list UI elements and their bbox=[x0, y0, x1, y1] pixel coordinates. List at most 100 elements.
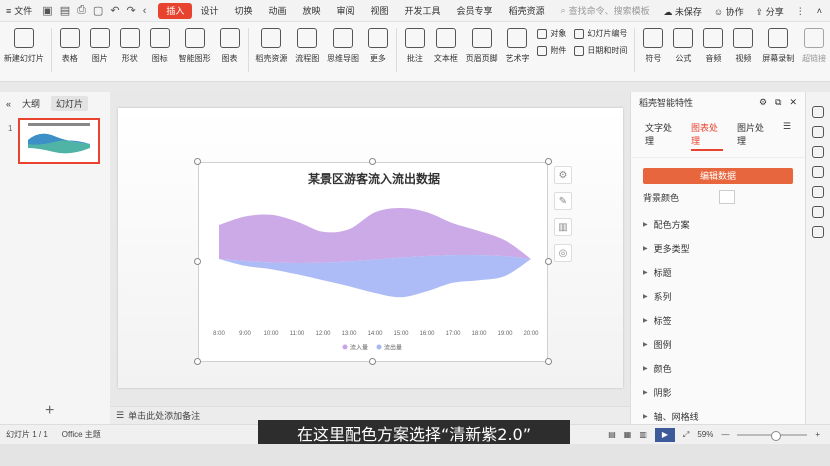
resize-handle[interactable] bbox=[545, 258, 552, 265]
new-slide-button[interactable]: 新建幻灯片 bbox=[0, 26, 48, 64]
slide-number-button[interactable]: 幻灯片编号 bbox=[574, 28, 627, 39]
more-icon[interactable]: ⋮ bbox=[796, 6, 805, 17]
panel-item-series[interactable]: ▶ 系列 bbox=[631, 284, 805, 308]
tab-slides[interactable]: 幻灯片 bbox=[51, 96, 89, 111]
brush-icon[interactable] bbox=[812, 126, 824, 138]
tab-view[interactable]: 视图 bbox=[363, 3, 397, 19]
date-time-button[interactable]: 日期和时间 bbox=[574, 45, 627, 56]
audio-button[interactable]: 音频 bbox=[698, 26, 728, 64]
tab-review[interactable]: 审阅 bbox=[329, 3, 363, 19]
tab-slideshow[interactable]: 放映 bbox=[294, 3, 328, 19]
panel-item-legend[interactable]: ▶ 图例 bbox=[631, 332, 805, 356]
resize-handle[interactable] bbox=[194, 158, 201, 165]
redo-icon[interactable]: ↷ bbox=[127, 4, 136, 17]
tab-member[interactable]: 会员专享 bbox=[449, 3, 501, 19]
lightbulb-icon[interactable]: ◎ bbox=[554, 244, 572, 262]
panel-item-more-types[interactable]: ▶ 更多类型 bbox=[631, 236, 805, 260]
panel-item-color[interactable]: ▶ 颜色 bbox=[631, 356, 805, 380]
zoom-slider[interactable] bbox=[737, 430, 808, 441]
header-footer-button[interactable]: 页眉页脚 bbox=[462, 26, 502, 64]
grid-view-icon[interactable]: ▦ bbox=[624, 430, 632, 439]
tab-docer[interactable]: 稻壳资源 bbox=[501, 3, 553, 19]
chart-elements-icon[interactable]: ⚙ bbox=[554, 166, 572, 184]
save-icon[interactable]: ▣ bbox=[42, 4, 52, 17]
docer-resource-button[interactable]: 稻壳资源 bbox=[252, 26, 292, 64]
print-icon[interactable]: ⎙ bbox=[77, 4, 86, 17]
undo-icon[interactable]: ↶ bbox=[110, 4, 119, 17]
tab-design[interactable]: 设计 bbox=[192, 3, 226, 19]
video-button[interactable]: 视频 bbox=[728, 26, 758, 64]
external-icon[interactable]: ⧉ bbox=[775, 97, 781, 108]
table-button[interactable]: 表格 bbox=[55, 26, 85, 64]
slide-thumbnail[interactable] bbox=[18, 118, 100, 164]
resize-handle[interactable] bbox=[194, 258, 201, 265]
chevron-left-icon[interactable]: ‹ bbox=[143, 5, 147, 17]
normal-view-icon[interactable]: ▤ bbox=[608, 430, 616, 439]
tab-insert[interactable]: 插入 bbox=[158, 2, 193, 19]
bg-color-swatch[interactable] bbox=[719, 190, 736, 204]
file-menu[interactable]: ≡ 文件 bbox=[0, 0, 38, 22]
reading-view-icon[interactable]: ▥ bbox=[639, 430, 647, 439]
unsaved-status[interactable]: ☁ 未保存 bbox=[663, 5, 702, 18]
panel-item-labels[interactable]: ▶ 标签 bbox=[631, 308, 805, 332]
collab-button[interactable]: ☺ 协作 bbox=[714, 5, 744, 18]
icon-button[interactable]: 图标 bbox=[145, 26, 175, 64]
panel-item-shadow[interactable]: ▶ 阴影 bbox=[631, 380, 805, 404]
flowchart-button[interactable]: 流程图 bbox=[291, 26, 323, 64]
attachment-button[interactable]: 附件 bbox=[537, 45, 566, 56]
smartart-button[interactable]: 智能图形 bbox=[175, 26, 215, 64]
panel-item-title[interactable]: ▶ 标题 bbox=[631, 260, 805, 284]
edit-data-button[interactable]: 编辑数据 bbox=[643, 168, 793, 184]
tab-animation[interactable]: 动画 bbox=[260, 3, 294, 19]
close-icon[interactable]: ✕ bbox=[789, 97, 797, 108]
command-search[interactable]: ⌕ 查找命令、搜索模板 bbox=[561, 4, 650, 17]
resize-handle[interactable] bbox=[369, 358, 376, 365]
play-button[interactable]: ▶ bbox=[654, 427, 675, 442]
collapse-icon[interactable]: ˄ bbox=[817, 6, 822, 16]
rocket-icon[interactable] bbox=[812, 106, 824, 118]
chart-style-icon[interactable]: ✎ bbox=[554, 192, 572, 210]
hyperlink-button[interactable]: 超链接 bbox=[798, 26, 830, 64]
tab-developer[interactable]: 开发工具 bbox=[397, 3, 449, 19]
image-icon[interactable] bbox=[812, 206, 824, 218]
location-icon[interactable] bbox=[812, 226, 824, 238]
symbol-button[interactable]: 符号 bbox=[638, 26, 668, 64]
tab-chart-processing[interactable]: 图表处理 bbox=[690, 121, 723, 151]
menu-icon[interactable]: ☰ bbox=[783, 121, 791, 151]
resize-handle[interactable] bbox=[369, 158, 376, 165]
help-icon[interactable] bbox=[812, 186, 824, 198]
chart-button[interactable]: 图表 bbox=[215, 26, 245, 64]
picture-button[interactable]: 图片 bbox=[85, 26, 115, 64]
zoom-level[interactable]: 59% bbox=[697, 430, 713, 439]
add-slide-icon[interactable]: + bbox=[45, 402, 54, 420]
zoom-out-icon[interactable]: — bbox=[721, 430, 729, 439]
more-button[interactable]: 更多 bbox=[363, 26, 393, 64]
fit-icon[interactable]: ⤢ bbox=[683, 430, 689, 440]
panel-item-color-scheme[interactable]: ▶ 配色方案 bbox=[631, 212, 805, 236]
comment-button[interactable]: 批注 bbox=[400, 26, 430, 64]
resize-handle[interactable] bbox=[545, 158, 552, 165]
star-icon[interactable] bbox=[812, 146, 824, 158]
preview-icon[interactable]: ▢ bbox=[93, 4, 103, 17]
resize-handle[interactable] bbox=[194, 358, 201, 365]
textbox-button[interactable]: 文本框 bbox=[430, 26, 462, 64]
settings-icon[interactable]: ⚙ bbox=[759, 97, 767, 108]
tab-transition[interactable]: 切换 bbox=[226, 3, 260, 19]
slide[interactable]: 某景区游客流入流出数据 8:00 9:00 10:00 11:00 12:00 13:00… bbox=[118, 108, 623, 388]
zoom-in-icon[interactable]: + bbox=[815, 430, 820, 439]
tab-text-processing[interactable]: 文字处理 bbox=[645, 121, 677, 151]
delete-icon[interactable]: ▥ bbox=[554, 218, 572, 236]
chart-object[interactable]: 某景区游客流入流出数据 8:00 9:00 10:00 11:00 12:00 13:00… bbox=[198, 162, 548, 362]
object-button[interactable]: 对象 bbox=[537, 28, 566, 39]
export-icon[interactable]: ▤ bbox=[60, 4, 70, 17]
screen-record-button[interactable]: 屏幕录制 bbox=[758, 26, 798, 64]
shape-button[interactable]: 形状 bbox=[115, 26, 145, 64]
layout-icon[interactable] bbox=[812, 166, 824, 178]
resize-handle[interactable] bbox=[545, 358, 552, 365]
formula-button[interactable]: 公式 bbox=[668, 26, 698, 64]
collapse-panel-icon[interactable]: « bbox=[6, 99, 11, 109]
wordart-button[interactable]: 艺术字 bbox=[502, 26, 534, 64]
tab-outline[interactable]: 大纲 bbox=[17, 96, 45, 111]
share-button[interactable]: ⇪ 分享 bbox=[756, 5, 784, 18]
tab-image-processing[interactable]: 图片处理 bbox=[737, 121, 769, 151]
